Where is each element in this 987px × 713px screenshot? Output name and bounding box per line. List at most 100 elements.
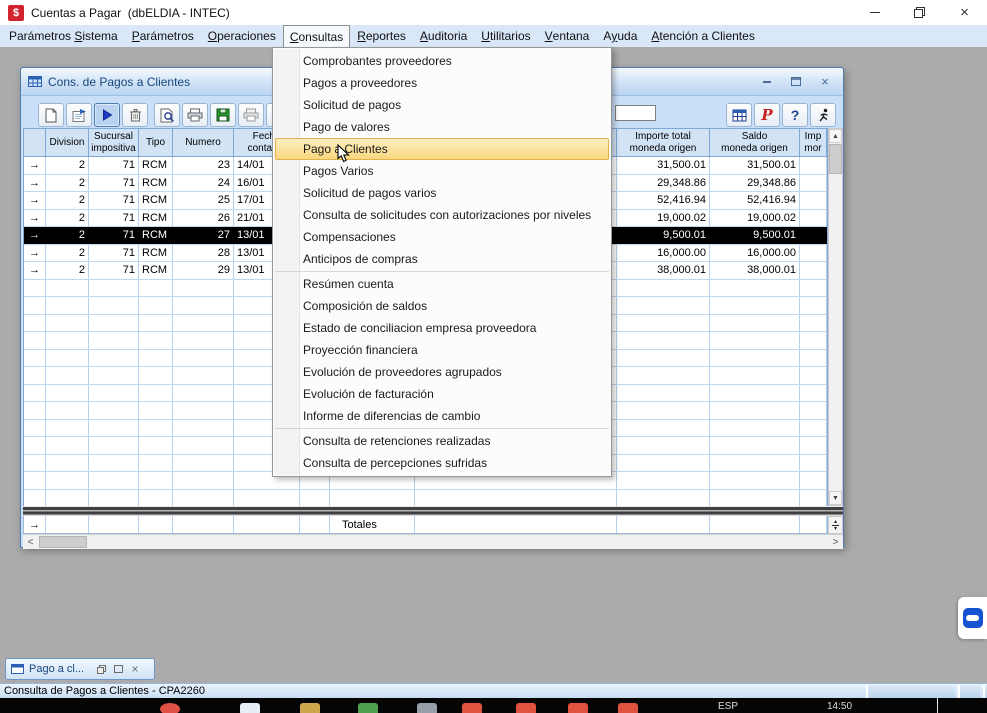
child-minimize-button[interactable]: [759, 74, 775, 89]
menu-item-compensaciones[interactable]: Compensaciones: [273, 226, 611, 248]
horizontal-scrollbar[interactable]: < >: [23, 534, 843, 549]
table-cell: [173, 367, 234, 384]
menu-item-pagos-a-proveedores[interactable]: Pagos a proveedores: [273, 72, 611, 94]
scrollbar-thumb[interactable]: [39, 536, 87, 548]
restore-button[interactable]: [897, 0, 942, 25]
column-header-numero[interactable]: Numero: [173, 129, 234, 157]
sidebar-tab[interactable]: [958, 597, 987, 639]
properties-button[interactable]: [66, 103, 92, 127]
scroll-right-button[interactable]: >: [828, 535, 843, 549]
table-cell: [800, 385, 827, 402]
menu-item-estado-de-conciliacion-empresa-proveedora[interactable]: Estado de conciliacion empresa proveedor…: [273, 317, 611, 339]
taskbar-icon-9[interactable]: [618, 703, 638, 713]
language-indicator[interactable]: ESP: [718, 701, 738, 712]
menu-item-comprobantes-proveedores[interactable]: Comprobantes proveedores: [273, 50, 611, 72]
save-button[interactable]: [210, 103, 236, 127]
column-header-division[interactable]: Division: [46, 129, 89, 157]
scroll-down-button[interactable]: ▼: [829, 491, 842, 505]
child-close-button[interactable]: ×: [817, 74, 833, 89]
table-cell: 2: [46, 192, 89, 209]
column-header-imp2[interactable]: Imp mor: [800, 129, 827, 157]
menu-item-informe-de-diferencias-de-cambio[interactable]: Informe de diferencias de cambio: [273, 405, 611, 427]
menubar-item-consultas[interactable]: Consultas: [283, 25, 350, 47]
table-cell: [24, 472, 46, 489]
menu-item-solicitud-de-pagos[interactable]: Solicitud de pagos: [273, 94, 611, 116]
taskbar-icon-3[interactable]: [300, 703, 320, 713]
minimize-button[interactable]: [852, 0, 897, 25]
minimized-window[interactable]: Pago a cl... ×: [5, 658, 155, 680]
table-cell: 2: [46, 227, 89, 244]
taskbar-icon-5[interactable]: [417, 703, 437, 713]
menu-item-proyeccion-financiera[interactable]: Proyección financiera: [273, 339, 611, 361]
scroll-up-button[interactable]: ▲: [829, 129, 842, 143]
menu-item-pagos-varios[interactable]: Pagos Varios: [273, 160, 611, 182]
close-button[interactable]: ×: [942, 0, 987, 25]
table-cell: [415, 490, 617, 507]
menu-item-composicion-de-saldos[interactable]: Composición de saldos: [273, 295, 611, 317]
menu-item-resumen-cuenta[interactable]: Resúmen cuenta: [273, 273, 611, 295]
menubar-item-atencion-a-clientes[interactable]: Atención a Clientes: [644, 25, 761, 47]
menubar-item-auditoria[interactable]: Auditoria: [413, 25, 474, 47]
table-cell: 71: [89, 245, 139, 262]
scroll-left-button[interactable]: <: [23, 535, 38, 549]
menu-item-pago-a-clientes[interactable]: Pago a Clientes: [275, 138, 609, 160]
table-view-button[interactable]: [726, 103, 752, 127]
trace-icon: P: [761, 106, 772, 124]
menubar-item-ventana[interactable]: Ventana: [538, 25, 597, 47]
column-header-importe[interactable]: Importe total moneda origen: [617, 129, 710, 157]
help-button[interactable]: ?: [782, 103, 808, 127]
menu-item-consulta-de-retenciones-realizadas[interactable]: Consulta de retenciones realizadas: [273, 430, 611, 452]
minimize-icon: [870, 12, 880, 13]
status-bar: Consulta de Pagos a Clientes - CPA2260: [0, 683, 987, 698]
menu-item-anticipos-de-compras[interactable]: Anticipos de compras: [273, 248, 611, 270]
column-header-sucursal[interactable]: Sucursal impositiva: [89, 129, 139, 157]
table-cell: [173, 297, 234, 314]
taskbar-icon-8[interactable]: [568, 703, 588, 713]
mini-close-button[interactable]: ×: [128, 663, 142, 676]
menu-item-consulta-de-solicitudes-con-autorizaciones-por-niveles[interactable]: Consulta de solicitudes con autorizacion…: [273, 204, 611, 226]
menubar-item-ayuda[interactable]: Ayuda: [596, 25, 644, 47]
totals-spinner[interactable]: ▴ ▾: [828, 516, 843, 534]
clock[interactable]: 14:50: [827, 701, 852, 712]
preview-button[interactable]: [154, 103, 180, 127]
menubar-item-parametros[interactable]: Parámetros: [125, 25, 201, 47]
menu-item-evolucion-de-facturacion[interactable]: Evolución de facturación: [273, 383, 611, 405]
exit-button[interactable]: [810, 103, 836, 127]
mini-maximize-button[interactable]: [111, 663, 125, 676]
scrollbar-thumb[interactable]: [829, 144, 842, 174]
menu-item-evolucion-de-proveedores-agrupados[interactable]: Evolución de proveedores agrupados: [273, 361, 611, 383]
trace-button[interactable]: P: [754, 103, 780, 127]
taskbar-icon-1[interactable]: [160, 703, 180, 713]
menubar-item-parametros-sistema[interactable]: Parámetros Sistema: [2, 25, 125, 47]
menubar-item-reportes[interactable]: Reportes: [350, 25, 413, 47]
column-header-indicator[interactable]: [24, 129, 46, 157]
run-button[interactable]: [94, 103, 120, 127]
new-document-button[interactable]: [38, 103, 64, 127]
status-segment: [983, 685, 987, 698]
table-cell: [89, 420, 139, 437]
taskbar-icon-2[interactable]: [240, 703, 260, 713]
print-button[interactable]: [182, 103, 208, 127]
delete-button[interactable]: [122, 103, 148, 127]
print-settings-button[interactable]: [238, 103, 264, 127]
child-maximize-button[interactable]: [788, 74, 804, 89]
grid-splitter[interactable]: [23, 506, 843, 516]
taskbar-icon-7[interactable]: [516, 703, 536, 713]
menu-item-consulta-de-percepciones-sufridas[interactable]: Consulta de percepciones sufridas: [273, 452, 611, 474]
menubar-item-utilitarios[interactable]: Utilitarios: [474, 25, 537, 47]
taskbar-icon-6[interactable]: [462, 703, 482, 713]
menu-item-solicitud-de-pagos-varios[interactable]: Solicitud de pagos varios: [273, 182, 611, 204]
table-cell: [173, 280, 234, 297]
filter-input[interactable]: [615, 105, 656, 121]
column-header-tipo[interactable]: Tipo: [139, 129, 173, 157]
totals-cell: [139, 516, 173, 533]
vertical-scrollbar[interactable]: ▲ ▼: [828, 128, 843, 506]
window-icon: [11, 664, 24, 674]
column-header-saldo[interactable]: Saldo moneda origen: [710, 129, 800, 157]
table-cell: [800, 175, 827, 192]
mini-restore-button[interactable]: [94, 663, 108, 676]
menubar-item-operaciones[interactable]: Operaciones: [201, 25, 283, 47]
table-cell: [710, 472, 800, 489]
menu-item-pago-de-valores[interactable]: Pago de valores: [273, 116, 611, 138]
taskbar-icon-4[interactable]: [358, 703, 378, 713]
